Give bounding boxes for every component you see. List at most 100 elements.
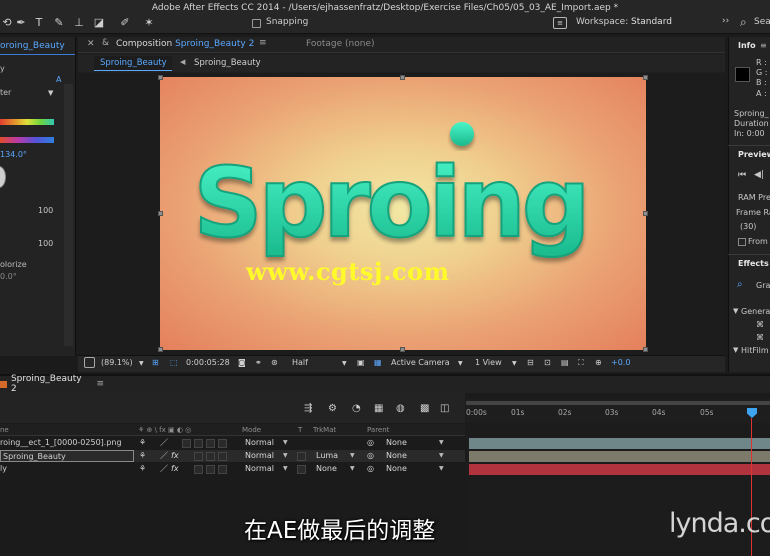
panel-menu-icon[interactable]: ≡ [760, 41, 767, 50]
preview-panel-title[interactable]: Preview [738, 150, 770, 159]
layer-name[interactable]: ly [0, 463, 7, 475]
subtab-sproing-beauty[interactable]: Sproing_Beauty [194, 58, 261, 68]
timeline-icon[interactable]: ▤ [561, 358, 569, 367]
layer-parent[interactable]: None [386, 437, 407, 449]
shy-switch-icon[interactable]: ⚘ [139, 437, 146, 449]
graph-editor-icon[interactable]: ◫ [440, 403, 449, 414]
rotate-tool-icon[interactable]: ⟲ [0, 16, 14, 30]
col-trkmat[interactable]: TrkMat [313, 426, 336, 434]
about-link[interactable]: A [56, 75, 61, 84]
grid-toggle-icon[interactable]: ⊞ [152, 358, 159, 367]
chevron-down-icon[interactable]: ▼ [350, 463, 355, 475]
snapshot-icon[interactable]: ◙ [238, 358, 246, 367]
effect-item-icon[interactable]: ⌘ [756, 333, 764, 342]
effect-item-icon[interactable]: ⌘ [756, 320, 764, 329]
show-snapshot-icon[interactable]: ⚭ [255, 358, 262, 367]
effects-search-input[interactable]: Gra [756, 281, 770, 290]
previous-frame-icon[interactable]: ◀| [754, 170, 764, 180]
switch-box[interactable] [206, 452, 215, 461]
chevron-down-icon[interactable]: ▼ [350, 450, 355, 462]
switch-box[interactable] [182, 439, 191, 448]
effects-category-generate[interactable]: Genera [741, 307, 770, 316]
effect-controls-tab[interactable]: oroing_Beauty [0, 38, 75, 55]
workspace-menu-icon[interactable]: ≡ [553, 17, 567, 29]
search-icon[interactable]: ⌕ [737, 279, 743, 290]
brainstorm-icon[interactable]: ▩ [420, 403, 429, 414]
chevron-down-icon[interactable]: ▼ [48, 89, 53, 97]
layer-trkmat[interactable]: None [316, 463, 337, 475]
always-preview-icon[interactable] [84, 357, 95, 368]
current-time[interactable]: 0:00:05:28 [186, 358, 230, 367]
snapping-checkbox[interactable] [252, 19, 261, 28]
footage-tab[interactable]: Footage (none) [306, 39, 375, 49]
effects-switch-icon[interactable]: fx [171, 450, 179, 462]
switch-box[interactable] [218, 452, 227, 461]
shy-layers-icon[interactable]: ◔ [352, 403, 361, 414]
chevron-down-icon[interactable]: ▼ [512, 360, 517, 367]
channel-icon[interactable]: ⊛ [271, 358, 278, 367]
fast-previews-icon[interactable]: ⊡ [544, 358, 551, 367]
switch-box[interactable] [206, 465, 215, 474]
chevron-down-icon[interactable]: ▼ [283, 450, 288, 462]
layer-mode[interactable]: Normal [245, 437, 274, 449]
layer-row[interactable]: ly ⚘ ／ fx Normal ▼ None ▼ ◎ None ▼ [0, 463, 465, 475]
exposure-value[interactable]: +0.0 [611, 358, 630, 367]
search-help-field[interactable]: Sea [754, 17, 770, 27]
panel-menu-icon[interactable]: ≡ [96, 379, 104, 389]
effect-controls-scrollbar[interactable] [64, 84, 73, 346]
chevron-down-icon[interactable]: ▼ [283, 463, 288, 475]
layer-duration-bar[interactable] [469, 464, 770, 475]
chevron-down-icon[interactable]: ▼ [439, 437, 444, 449]
pen-tool-icon[interactable]: ✒ [14, 16, 28, 30]
search-icon[interactable]: ⌕ [740, 15, 747, 30]
angle-value[interactable]: 134.0° [0, 150, 27, 159]
layer-name[interactable]: roing__ect_1_[0000-0250].png [0, 437, 122, 449]
chevron-right-icon[interactable]: ›› [722, 16, 729, 26]
chevron-down-icon[interactable]: ▼ [139, 360, 144, 367]
colorize-hue-value[interactable]: 0.0° [0, 272, 17, 281]
col-t[interactable]: T [298, 426, 302, 434]
camera-select[interactable]: Active Camera [391, 358, 450, 367]
work-area-bar[interactable] [466, 401, 770, 405]
layer-row[interactable]: Sproing_Beauty ⚘ ／ fx Normal ▼ Luma ▼ ◎ … [0, 450, 465, 462]
transform-handle[interactable] [643, 347, 648, 352]
effects-presets-title[interactable]: Effects & [738, 259, 770, 268]
col-mode[interactable]: Mode [242, 426, 261, 434]
from-current-time-checkbox[interactable] [738, 238, 746, 246]
switch-box[interactable] [194, 452, 203, 461]
type-tool-icon[interactable]: T [32, 16, 46, 30]
layer-parent[interactable]: None [386, 450, 407, 462]
layer-parent[interactable]: None [386, 463, 407, 475]
switch-box[interactable] [218, 465, 227, 474]
reset-exposure-icon[interactable]: ⊕ [595, 358, 602, 367]
info-panel-title[interactable]: Info [738, 41, 756, 50]
composition-mini-flowchart-icon[interactable]: ⇶ [304, 403, 312, 414]
saturation-value[interactable]: 100 [38, 206, 53, 215]
chevron-down-icon[interactable]: ▼ [439, 463, 444, 475]
resolution-select[interactable]: Half [292, 358, 308, 367]
pick-whip-icon[interactable]: ◎ [367, 437, 374, 449]
panel-menu-icon[interactable]: ≡ [259, 38, 267, 48]
draft-3d-icon[interactable]: ⚙ [328, 403, 337, 414]
region-of-interest-icon[interactable]: ▣ [357, 358, 365, 367]
transform-handle[interactable] [400, 347, 405, 352]
shy-switch-icon[interactable]: ⚘ [139, 463, 146, 475]
quality-switch-icon[interactable]: ／ [160, 450, 168, 462]
chevron-down-icon[interactable]: ▼ [439, 450, 444, 462]
workspace-select[interactable]: Standard [631, 17, 672, 27]
layer-name[interactable]: Sproing_Beauty [0, 450, 134, 462]
close-icon[interactable]: ✕ [87, 39, 95, 49]
pick-whip-icon[interactable]: ◎ [367, 463, 374, 475]
frame-rate-value[interactable]: (30) [740, 222, 756, 231]
first-frame-icon[interactable]: ⏮ [738, 170, 746, 180]
chevron-down-icon[interactable]: ▼ [283, 437, 288, 449]
effects-category-hitfilm[interactable]: HitFilm [741, 346, 769, 355]
frame-blending-icon[interactable]: ▦ [374, 403, 383, 414]
zoom-select[interactable]: (89.1%) [101, 358, 133, 367]
switch-box[interactable] [206, 439, 215, 448]
switch-box[interactable] [194, 439, 203, 448]
layer-mode[interactable]: Normal [245, 463, 274, 475]
layer-mode[interactable]: Normal [245, 450, 274, 462]
transform-handle[interactable] [158, 211, 163, 216]
eraser-tool-icon[interactable]: ◪ [92, 16, 106, 30]
